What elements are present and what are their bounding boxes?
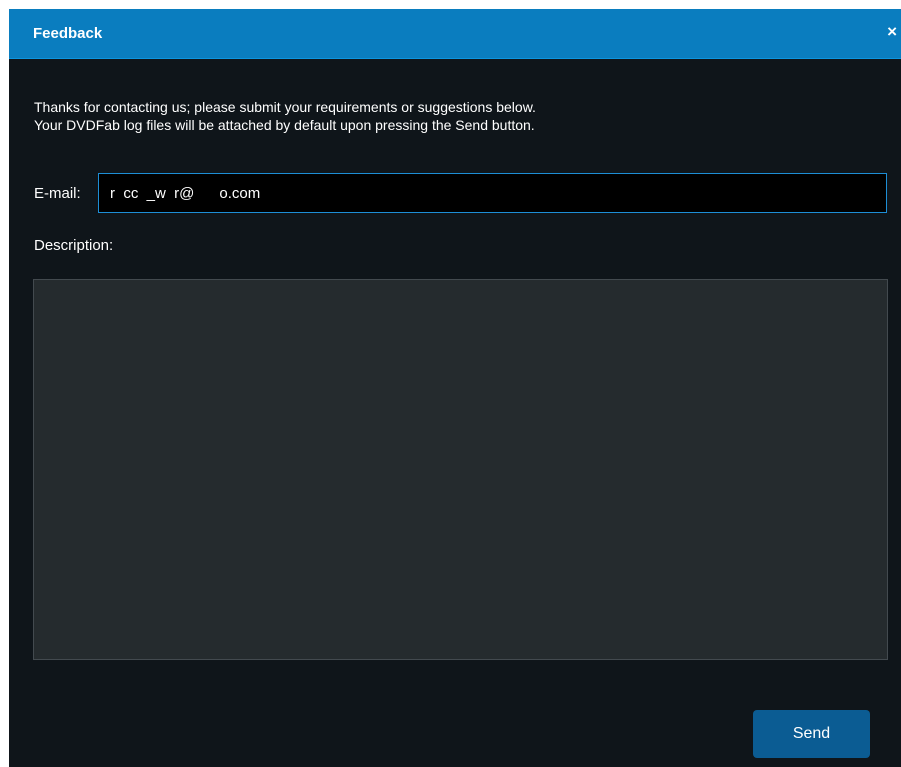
intro-line-1: Thanks for contacting us; please submit … (34, 99, 536, 115)
title-bar: Feedback × (9, 9, 901, 59)
email-label: E-mail: (34, 185, 81, 202)
close-icon[interactable]: × (887, 22, 897, 42)
description-label: Description: (34, 237, 114, 254)
intro-text: Thanks for contacting us; please submit … (34, 98, 536, 134)
feedback-dialog: Feedback × Thanks for contacting us; ple… (9, 9, 901, 767)
email-field[interactable] (98, 173, 887, 213)
dialog-title: Feedback (33, 25, 103, 42)
description-textarea[interactable] (33, 279, 888, 660)
intro-line-2: Your DVDFab log files will be attached b… (34, 117, 535, 133)
send-button[interactable]: Send (753, 710, 870, 758)
